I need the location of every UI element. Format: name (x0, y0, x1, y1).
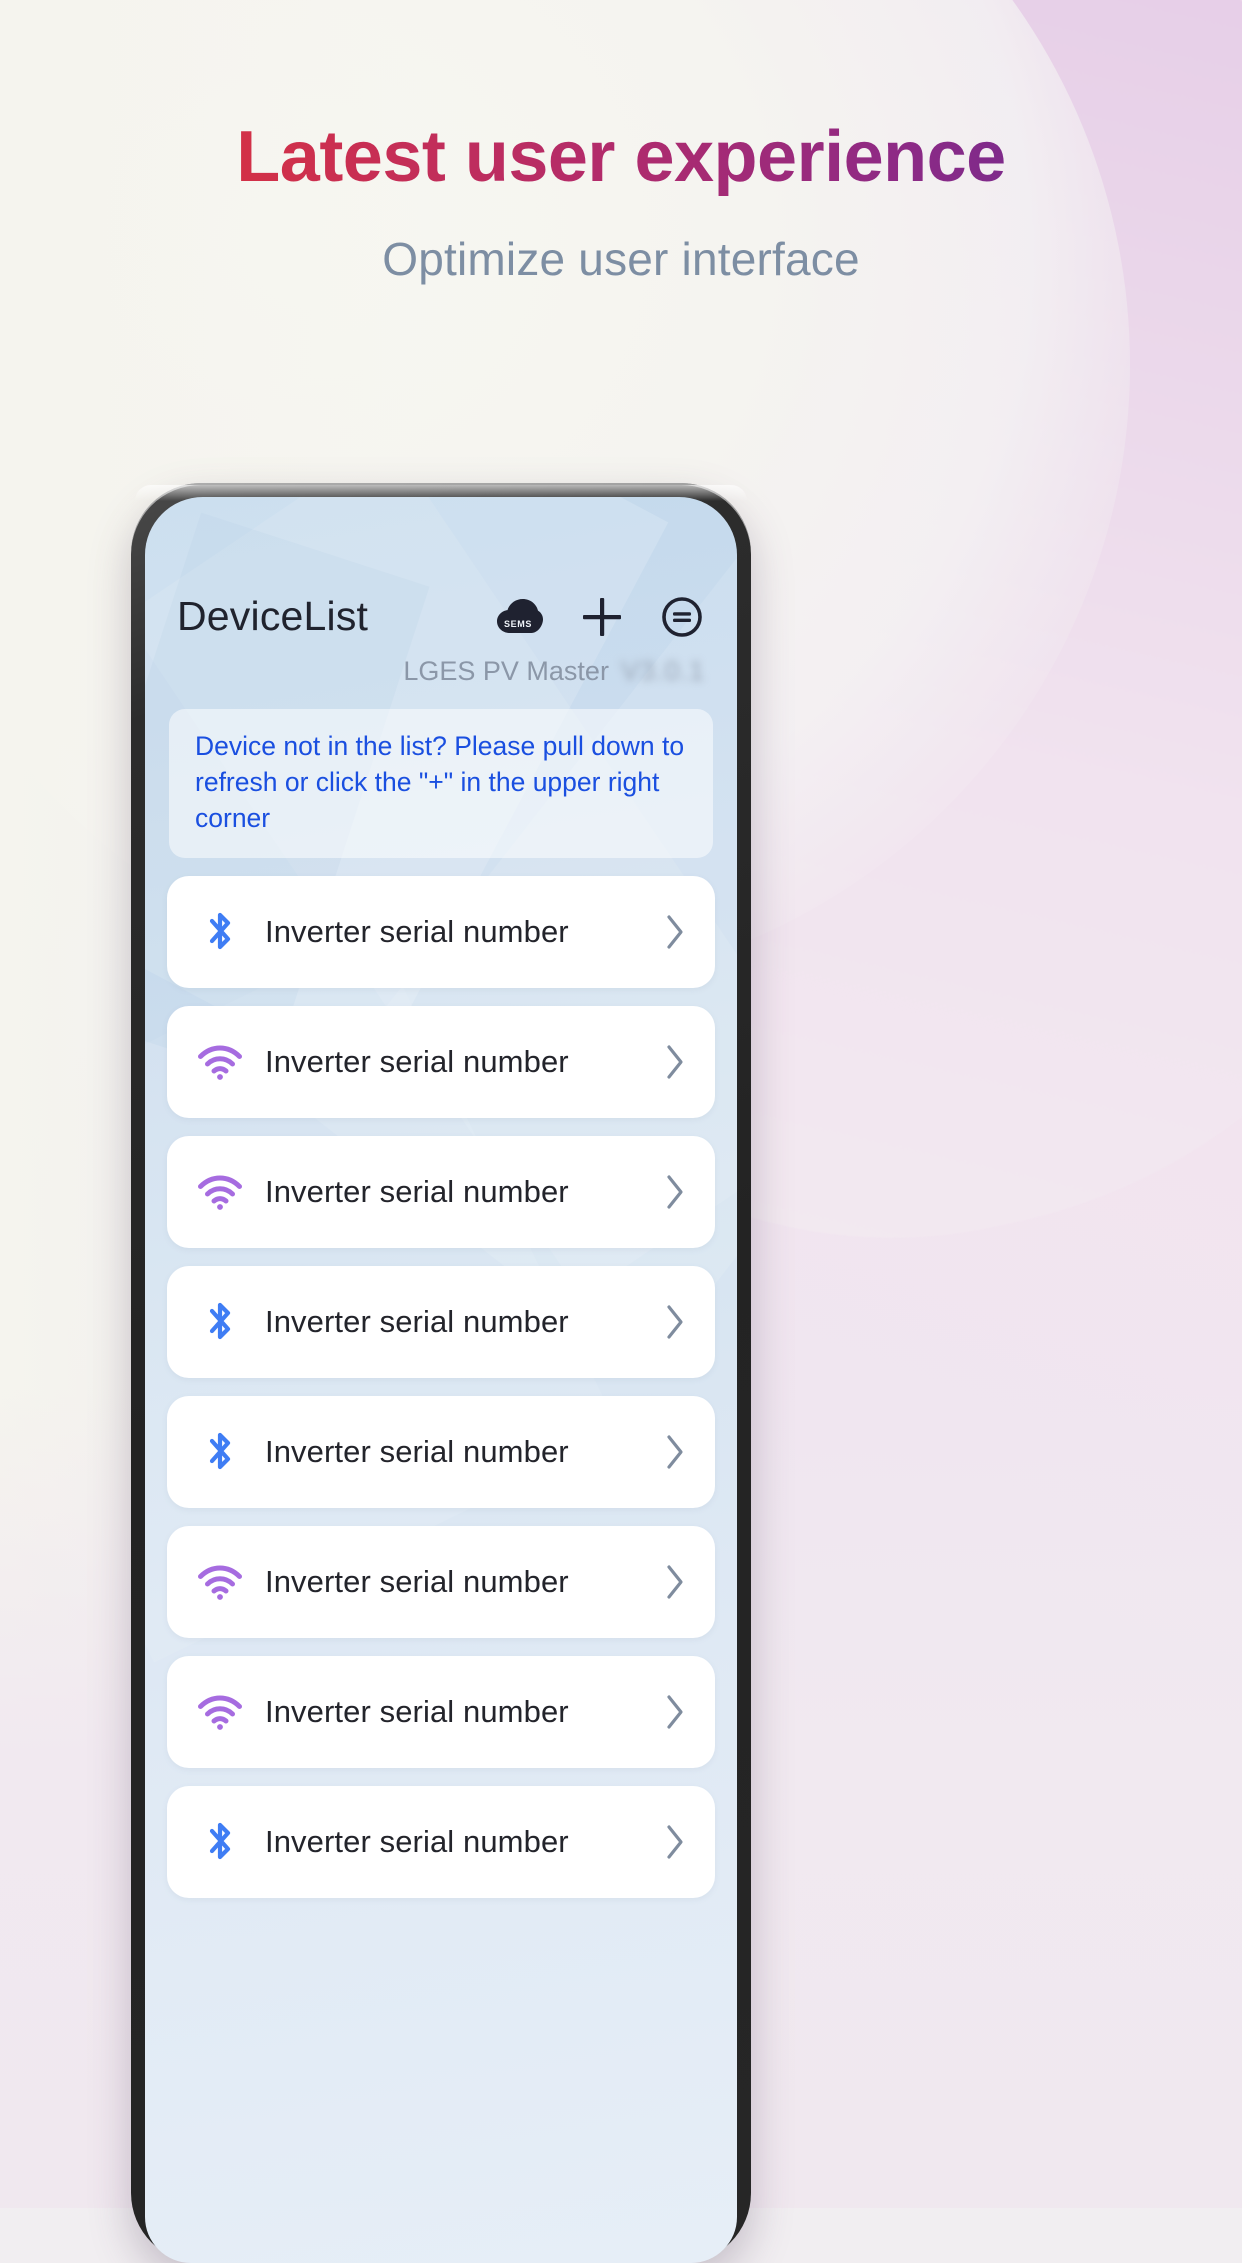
app-header: DeviceList SEMS (145, 497, 737, 640)
device-list-item[interactable]: Inverter serial number (167, 1526, 715, 1639)
device-list-item[interactable]: Inverter serial number (167, 1396, 715, 1509)
chevron-right-icon[interactable] (663, 1171, 687, 1213)
bluetooth-icon (193, 910, 247, 954)
wifi-icon (193, 1174, 247, 1211)
device-list-item[interactable]: Inverter serial number (167, 1006, 715, 1119)
add-device-icon[interactable] (579, 594, 625, 640)
device-serial-label: Inverter serial number (265, 1304, 569, 1340)
page-title: DeviceList (177, 593, 369, 639)
bluetooth-icon (193, 1430, 247, 1474)
device-serial-label: Inverter serial number (265, 1434, 569, 1470)
chevron-right-icon[interactable] (663, 1561, 687, 1603)
promo-title: Latest user experience (0, 119, 1242, 196)
promo-headline-block: Latest user experience Optimize user int… (0, 119, 1242, 286)
chevron-right-icon[interactable] (663, 1821, 687, 1863)
device-list-item[interactable]: Inverter serial number (167, 1656, 715, 1769)
svg-text:SEMS: SEMS (504, 619, 532, 629)
device-serial-label: Inverter serial number (265, 1694, 569, 1730)
device-list-item[interactable]: Inverter serial number (167, 1136, 715, 1249)
app-name-label: LGES PV Master (403, 656, 609, 686)
chevron-right-icon[interactable] (663, 1691, 687, 1733)
wifi-icon (193, 1044, 247, 1081)
device-serial-label: Inverter serial number (265, 1564, 569, 1600)
device-list-item[interactable]: Inverter serial number (167, 1786, 715, 1899)
info-banner-line-2: refresh or click the "+" in the upper ri… (195, 766, 660, 833)
sems-cloud-icon[interactable]: SEMS (497, 598, 543, 635)
device-list: Inverter serial number Inverter serial n… (167, 876, 715, 1899)
device-list-item[interactable]: Inverter serial number (167, 876, 715, 989)
chevron-right-icon[interactable] (663, 1301, 687, 1343)
phone-mockup: DeviceList SEMS LGES PV Master V3.0.1 De… (131, 483, 751, 2263)
header-actions: SEMS (497, 594, 707, 640)
phone-screen: DeviceList SEMS LGES PV Master V3.0.1 De… (145, 497, 737, 2263)
device-serial-label: Inverter serial number (265, 1824, 569, 1860)
info-banner: Device not in the list? Please pull down… (169, 709, 713, 859)
wifi-icon (193, 1564, 247, 1601)
chevron-right-icon[interactable] (663, 1431, 687, 1473)
info-banner-line-1: Device not in the list? Please pull down… (195, 731, 685, 761)
device-serial-label: Inverter serial number (265, 914, 569, 950)
device-list-item[interactable]: Inverter serial number (167, 1266, 715, 1379)
device-serial-label: Inverter serial number (265, 1044, 569, 1080)
app-version-number: V3.0.1 (620, 656, 705, 686)
chevron-right-icon[interactable] (663, 911, 687, 953)
device-serial-label: Inverter serial number (265, 1174, 569, 1210)
wifi-icon (193, 1694, 247, 1731)
app-version-row: LGES PV Master V3.0.1 (145, 640, 737, 687)
bluetooth-icon (193, 1300, 247, 1344)
menu-circle-icon[interactable] (661, 596, 703, 638)
promo-subtitle: Optimize user interface (382, 232, 860, 285)
chevron-right-icon[interactable] (663, 1041, 687, 1083)
bluetooth-icon (193, 1820, 247, 1864)
